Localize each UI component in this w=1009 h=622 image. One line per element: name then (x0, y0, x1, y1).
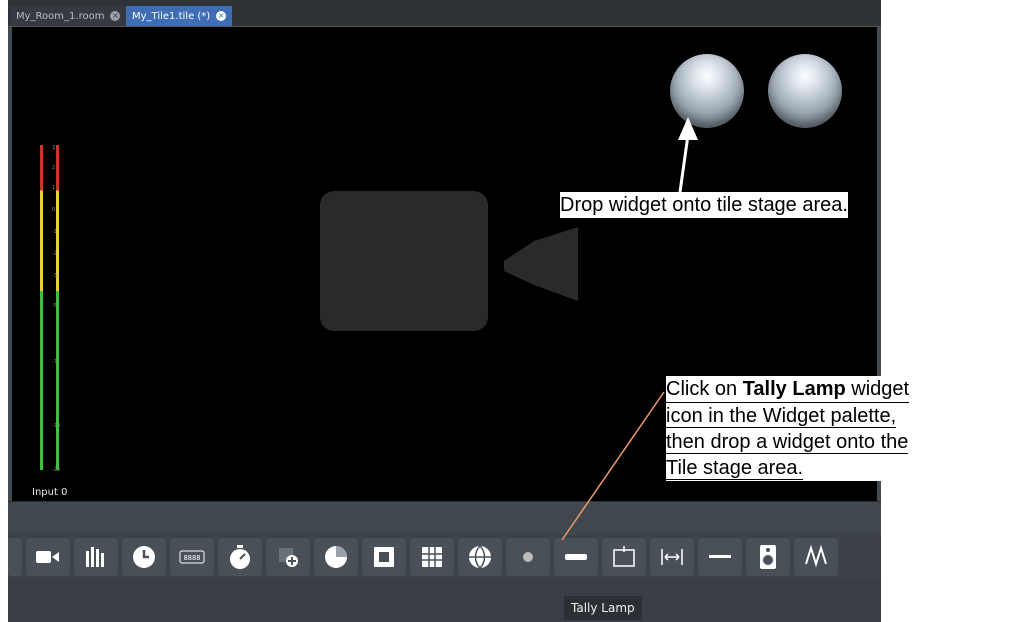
annotation-drop: Drop widget onto tile stage area. (560, 192, 848, 218)
annotation-click-post: widget (845, 378, 910, 400)
arrow-head (678, 117, 698, 140)
annotation-overlay (561, 117, 698, 541)
annotation-line3: then drop a widget onto the (666, 431, 909, 454)
leader-line (561, 391, 665, 541)
annotation-line4: Tile stage area. (666, 457, 804, 480)
annotation-click-pre: Click on (666, 378, 743, 400)
annotation-click-bold: Tally Lamp (742, 378, 846, 400)
annotation-click: Click on Tally Lamp widget icon in the W… (666, 376, 996, 481)
annotation-line2: icon in the Widget palette, (666, 405, 897, 428)
